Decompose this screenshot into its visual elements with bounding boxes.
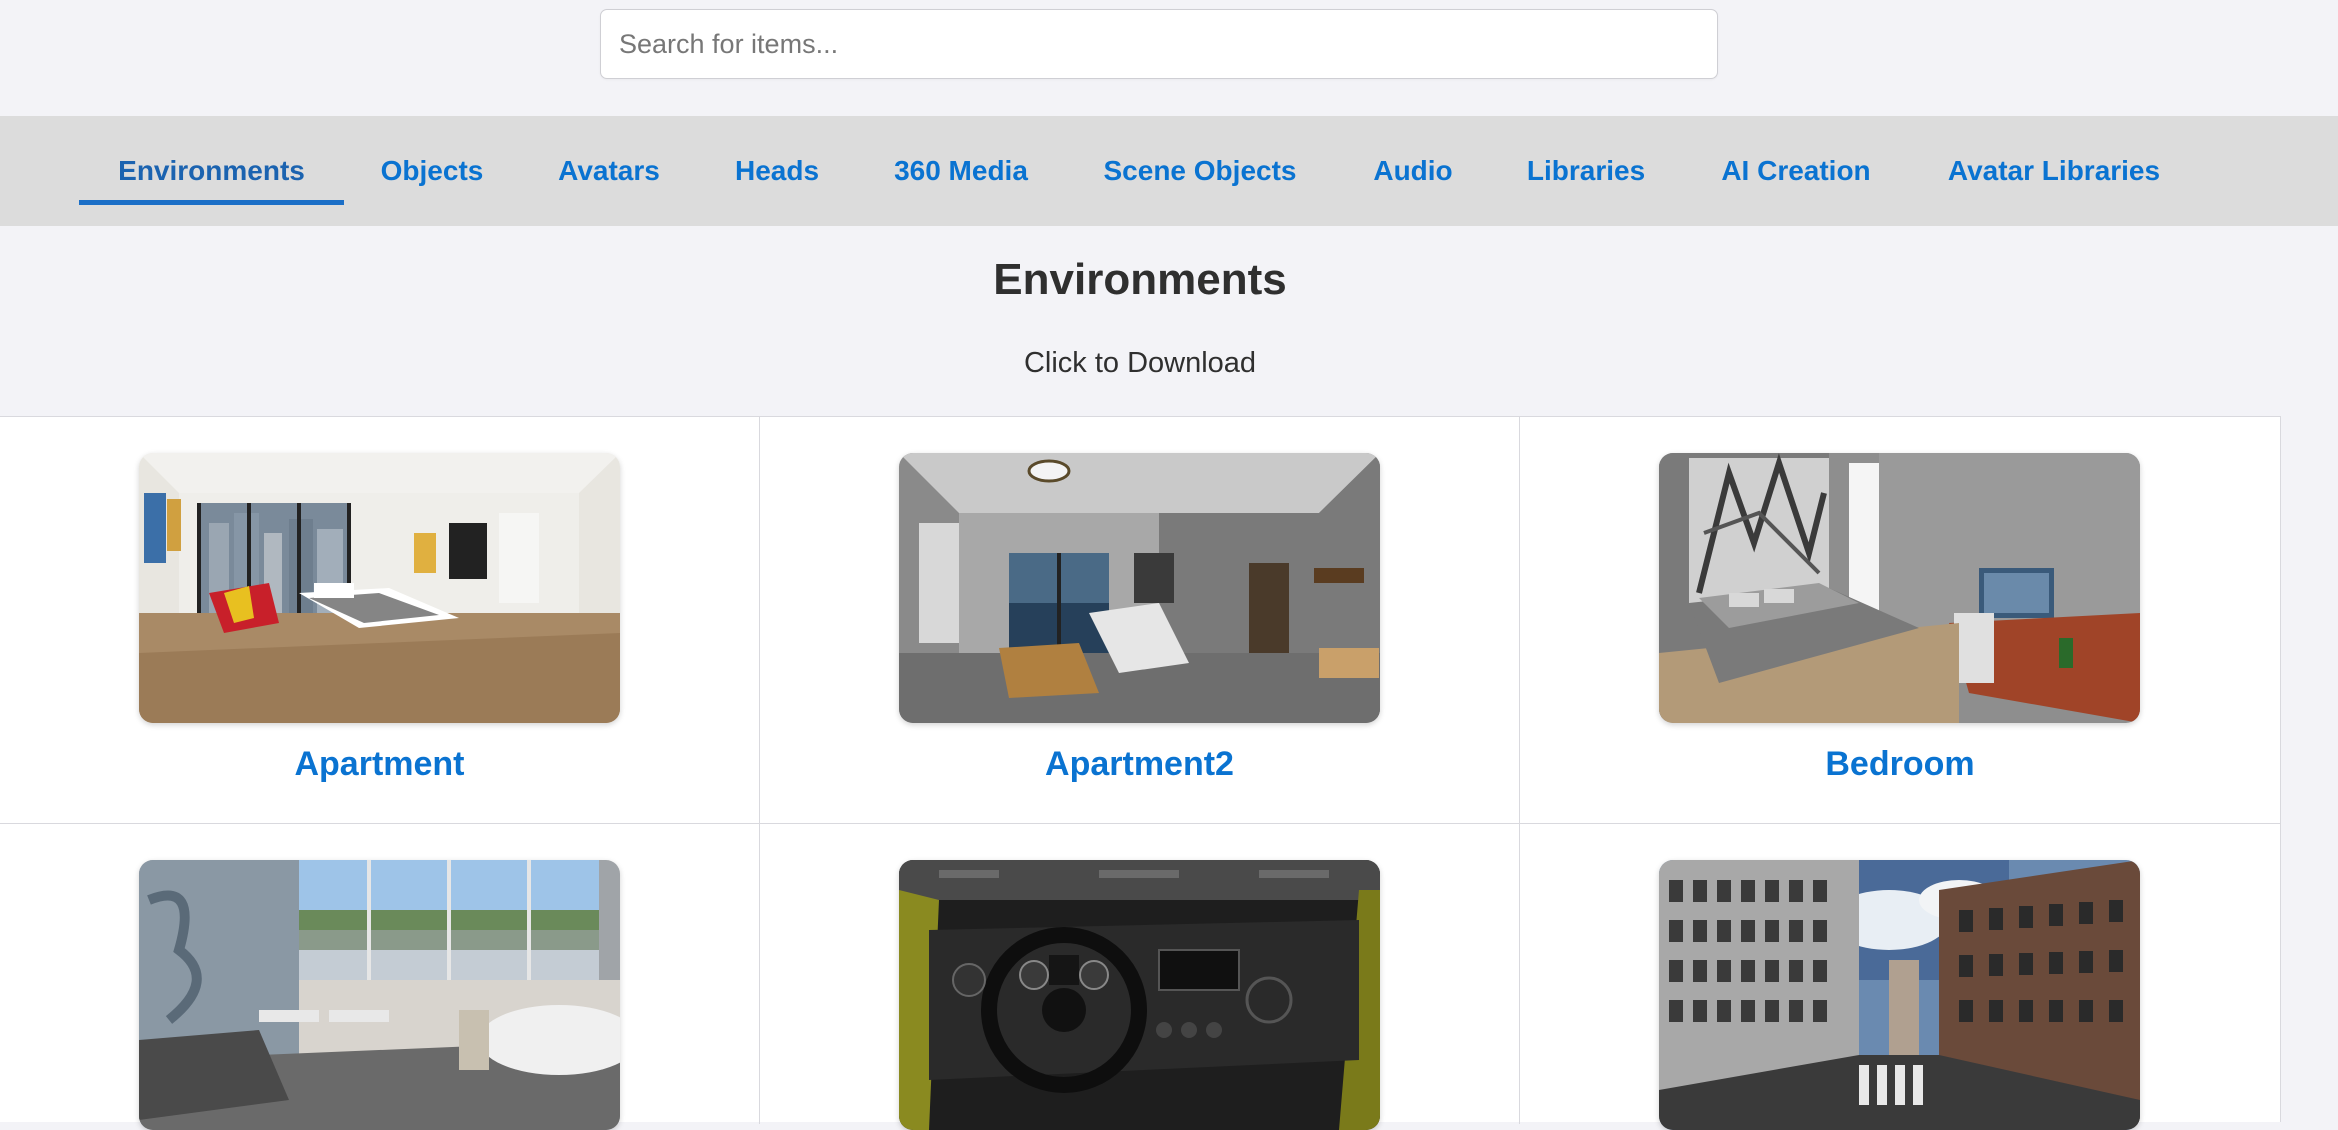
tab-audio[interactable]: Audio [1352,116,1474,226]
tab-avatar-libraries[interactable]: Avatar Libraries [1930,116,2178,226]
environment-card[interactable] [1520,824,2280,1130]
environment-card-apartment2[interactable]: Apartment2 [760,417,1520,824]
environment-card[interactable] [760,824,1520,1130]
environment-thumbnail[interactable] [1659,860,2140,1130]
page-subtitle: Click to Download [1023,347,1257,379]
page-title: Environments [993,255,1287,304]
environment-card[interactable] [0,824,760,1130]
category-tabs: Environments Objects Avatars Heads 360 M… [0,116,2338,226]
environment-card-bedroom[interactable]: Bedroom [1520,417,2280,824]
bedroom-thumbnail[interactable] [1659,453,2140,723]
environment-label[interactable]: Apartment [0,745,759,784]
apartment2-thumbnail[interactable] [899,453,1380,723]
environment-card-apartment[interactable]: Apartment [0,417,760,824]
active-tab-indicator [79,200,344,205]
tab-objects[interactable]: Objects [362,116,502,226]
environment-thumbnail[interactable] [139,860,620,1130]
environment-label[interactable]: Apartment2 [760,745,1519,784]
environment-grid: Apartment Apartment2 Bedroom [0,416,2281,1130]
tab-heads[interactable]: Heads [716,116,838,226]
environment-label[interactable]: Bedroom [1520,745,2280,784]
environment-thumbnail[interactable] [899,860,1380,1130]
tab-libraries[interactable]: Libraries [1510,116,1662,226]
search-bar [600,9,1718,79]
tab-environments[interactable]: Environments [79,116,344,226]
apartment-thumbnail[interactable] [139,453,620,723]
tab-360-media[interactable]: 360 Media [874,116,1048,226]
search-input[interactable] [600,9,1718,79]
tab-ai-creation[interactable]: AI Creation [1698,116,1894,226]
tab-avatars[interactable]: Avatars [538,116,680,226]
tab-scene-objects[interactable]: Scene Objects [1084,116,1316,226]
